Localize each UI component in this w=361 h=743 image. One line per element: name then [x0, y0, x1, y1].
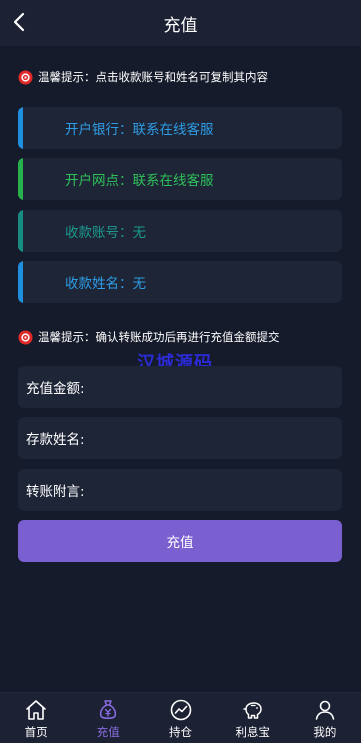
money-bag-icon: [100, 700, 117, 719]
amount-input[interactable]: [84, 366, 342, 408]
alert-icon: [18, 329, 33, 345]
depositor-name-field[interactable]: 存款姓名:: [18, 417, 342, 459]
name-text[interactable]: 收款姓名：无: [65, 272, 146, 292]
depositor-name-input[interactable]: [84, 417, 342, 459]
tip-text: 温馨提示：点击收款账号和姓名可复制其内容: [38, 70, 268, 84]
tab-recharge[interactable]: 充值: [72, 693, 144, 743]
info-bank: 开户银行：联系在线客服: [18, 107, 342, 149]
submit-button[interactable]: 充值: [18, 520, 342, 562]
accent-bar: [18, 261, 23, 303]
transfer-note-field[interactable]: 转账附言:: [18, 469, 342, 511]
amount-field[interactable]: 充值金额:: [18, 366, 342, 408]
bottom-tab-bar: 首页 充值 持仓 利息宝 我的: [0, 692, 361, 743]
branch-text: 开户网点：联系在线客服: [65, 173, 214, 189]
tip-copy: 温馨提示：点击收款账号和姓名可复制其内容: [18, 69, 268, 85]
info-branch: 开户网点：联系在线客服: [18, 158, 342, 200]
back-arrow-icon[interactable]: [8, 10, 32, 34]
depositor-name-label: 存款姓名:: [26, 432, 85, 448]
header: 充值: [0, 0, 361, 46]
piggy-bank-icon: [242, 702, 262, 719]
tip-text: 温馨提示：确认转账成功后再进行充值金额提交: [38, 330, 280, 344]
home-icon: [26, 700, 46, 720]
accent-bar: [18, 107, 23, 149]
tab-label: 我的: [313, 725, 337, 739]
tab-label: 持仓: [169, 725, 192, 739]
tab-holdings[interactable]: 持仓: [144, 693, 216, 743]
accent-bar: [18, 210, 23, 252]
page-title: 充值: [163, 15, 198, 36]
account-text[interactable]: 收款账号：无: [65, 221, 146, 241]
transfer-note-input[interactable]: [84, 469, 342, 511]
tab-label: 首页: [24, 725, 48, 739]
chart-circle-icon: [170, 699, 191, 721]
transfer-note-label: 转账附言:: [26, 484, 85, 500]
alert-icon: [18, 69, 33, 85]
user-icon: [315, 700, 335, 720]
bank-text: 开户银行：联系在线客服: [65, 122, 214, 138]
tab-label: 利息宝: [235, 725, 270, 739]
amount-label: 充值金额:: [26, 381, 85, 397]
info-account[interactable]: 收款账号：无: [18, 210, 342, 252]
accent-bar: [18, 158, 23, 200]
tab-profile[interactable]: 我的: [289, 693, 361, 743]
tab-label: 充值: [96, 725, 120, 739]
tab-home[interactable]: 首页: [0, 693, 72, 743]
tip-confirm: 温馨提示：确认转账成功后再进行充值金额提交: [18, 329, 280, 345]
info-name[interactable]: 收款姓名：无: [18, 261, 342, 303]
tab-interest[interactable]: 利息宝: [217, 693, 289, 743]
